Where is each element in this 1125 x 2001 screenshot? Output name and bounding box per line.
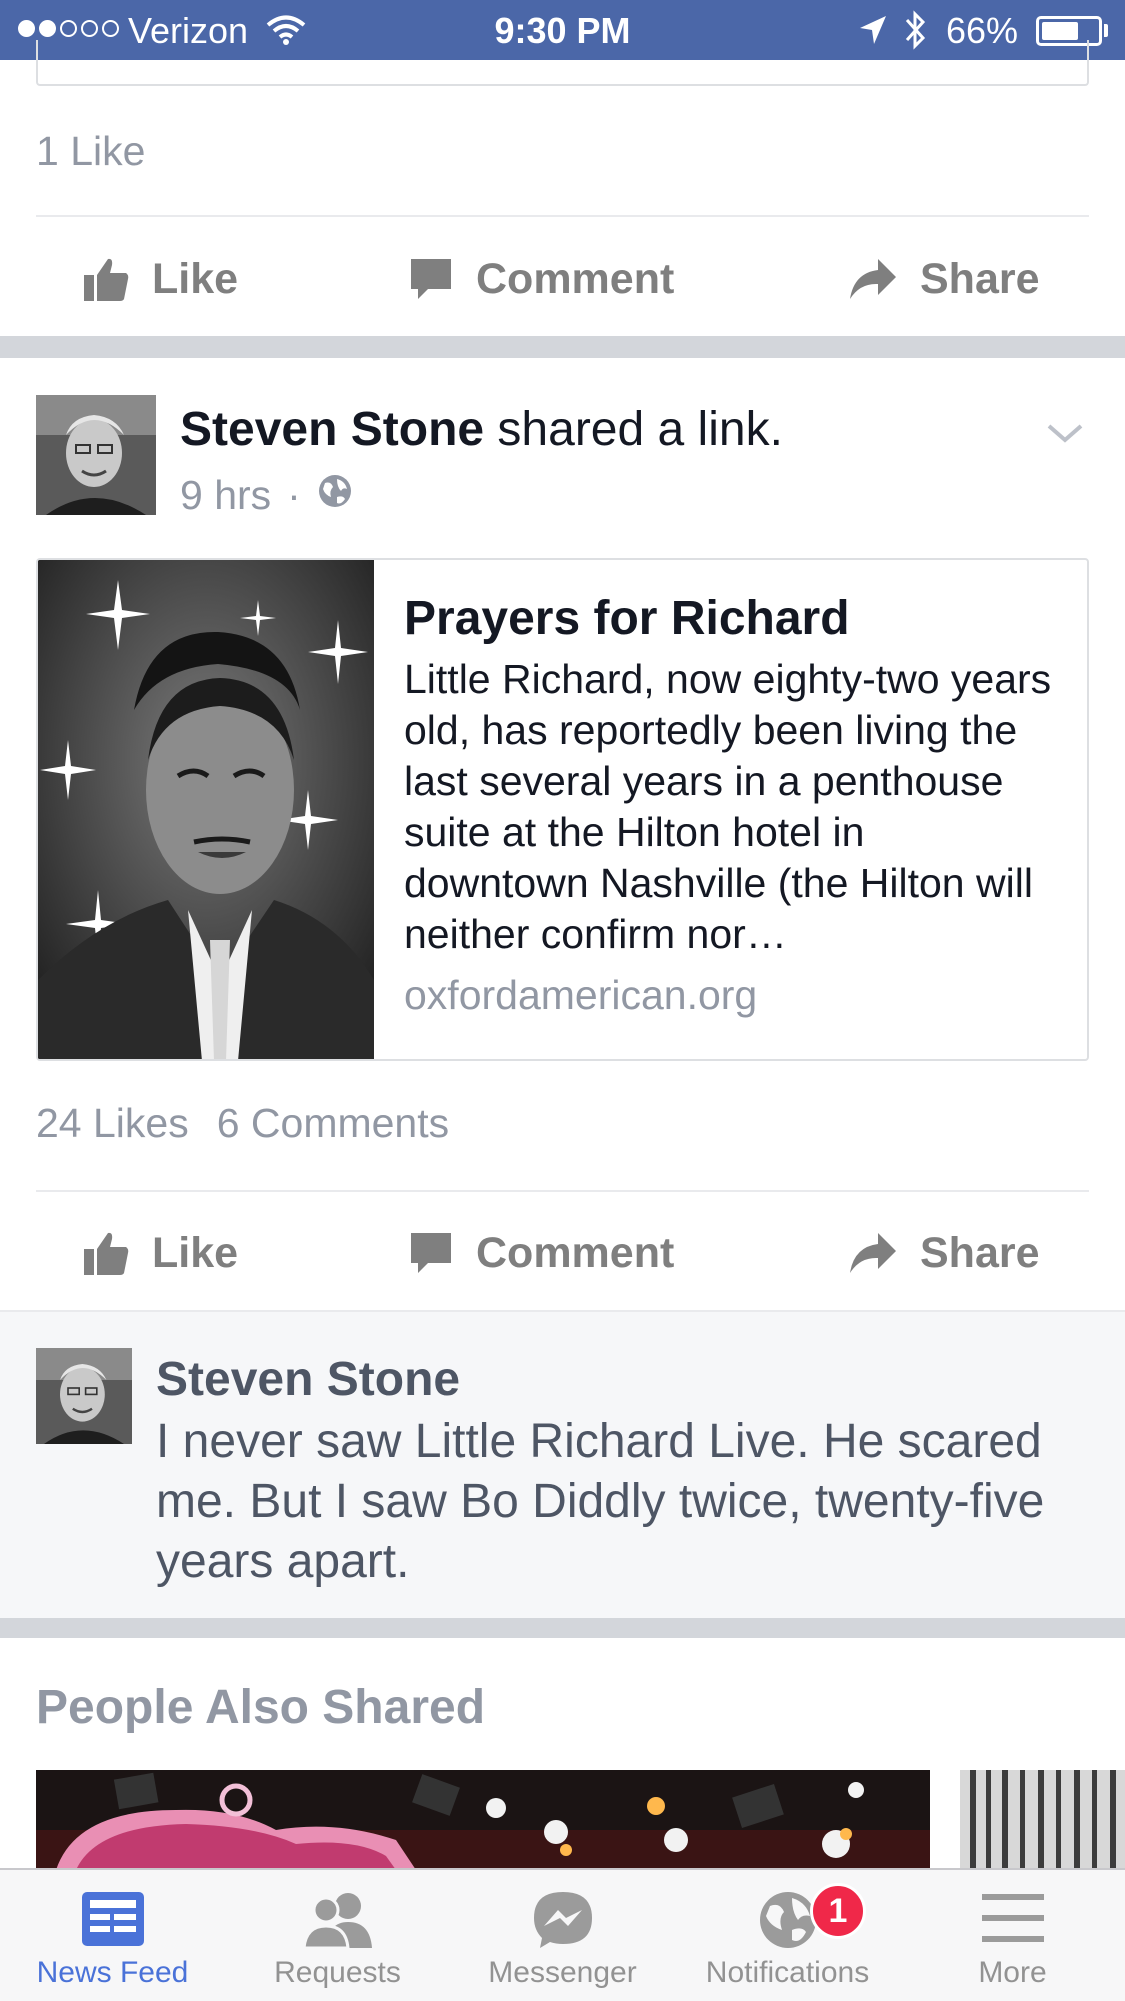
post-action-bar: Like Comment Share	[0, 1208, 1125, 1298]
post-timestamp[interactable]: 9 hrs	[180, 472, 271, 519]
share-button[interactable]: Share	[848, 234, 1040, 324]
comment-button[interactable]: Comment	[408, 234, 674, 324]
bottom-tab-bar: News Feed Requests Messenger Notificatio…	[0, 1868, 1125, 2001]
share-button[interactable]: Share	[848, 1208, 1040, 1298]
comment-bubble-icon	[408, 1230, 454, 1276]
requests-icon	[225, 1890, 450, 1948]
comment-label: Comment	[476, 1228, 675, 1277]
tab-label: Messenger	[488, 1956, 637, 1989]
tab-more[interactable]: More	[900, 1870, 1125, 2001]
share-label: Share	[920, 1228, 1040, 1277]
tab-news-feed[interactable]: News Feed	[0, 1870, 225, 2001]
chevron-down-icon[interactable]	[1045, 420, 1085, 451]
like-label: Like	[152, 254, 239, 303]
battery-tip	[1104, 24, 1108, 37]
tab-messenger[interactable]: Messenger	[450, 1870, 675, 2001]
tab-notifications[interactable]: Notifications	[675, 1870, 900, 2001]
link-preview-card[interactable]: Prayers for Richard Little Richard, now …	[36, 558, 1089, 1061]
like-label: Like	[152, 1228, 239, 1277]
previous-post-action-bar: Like Comment Share	[0, 234, 1125, 324]
thumbs-up-icon	[82, 1229, 130, 1277]
post-comments-count[interactable]: 6 Comments	[217, 1100, 449, 1147]
news-feed-icon	[0, 1890, 225, 1948]
tab-label: Requests	[274, 1956, 401, 1989]
shared-story-image-2[interactable]	[960, 1770, 1125, 1870]
comment-author[interactable]: Steven Stone	[156, 1352, 460, 1407]
author-avatar[interactable]	[36, 395, 156, 515]
previous-post-likes[interactable]: 1 Like	[36, 128, 145, 175]
divider	[36, 215, 1089, 217]
link-title[interactable]: Prayers for Richard	[404, 590, 1057, 648]
tab-requests[interactable]: Requests	[225, 1870, 450, 2001]
thumbs-up-icon	[82, 255, 130, 303]
share-arrow-icon	[848, 1231, 898, 1275]
tab-label: More	[978, 1956, 1047, 1989]
like-button[interactable]: Like	[82, 234, 238, 324]
post-activity: shared a link.	[497, 403, 783, 456]
messenger-icon	[450, 1890, 675, 1950]
commenter-avatar[interactable]	[36, 1348, 132, 1444]
link-text-block: Prayers for Richard Little Richard, now …	[404, 590, 1057, 1021]
comment-item[interactable]: Steven Stone I never saw Little Richard …	[0, 1310, 1125, 1618]
tab-label: News Feed	[36, 1956, 189, 1989]
menu-icon	[900, 1890, 1125, 1946]
divider	[36, 1190, 1089, 1192]
feed-separator	[0, 1618, 1125, 1638]
notifications-badge: 1	[810, 1883, 866, 1939]
comment-bubble-icon	[408, 256, 454, 302]
comment-button[interactable]: Comment	[408, 1208, 674, 1298]
feed-separator	[0, 336, 1125, 358]
post-meta: 9 hrs ·	[180, 472, 353, 519]
author-name[interactable]: Steven Stone	[180, 403, 484, 456]
comment-text: I never saw Little Richard Live. He scar…	[156, 1415, 1045, 1588]
post-counts: 24 Likes 6 Comments	[36, 1100, 449, 1147]
link-domain: oxfordamerican.org	[404, 972, 758, 1018]
post-likes-count[interactable]: 24 Likes	[36, 1100, 189, 1147]
shared-story-image[interactable]	[36, 1770, 930, 1870]
link-thumbnail	[38, 560, 374, 1059]
link-description: Little Richard, now eighty-two years old…	[404, 656, 1052, 957]
share-arrow-icon	[848, 257, 898, 301]
tab-label: Notifications	[705, 1956, 870, 1989]
meta-separator: ·	[287, 472, 301, 518]
previous-link-card[interactable]	[36, 40, 1089, 86]
share-label: Share	[920, 254, 1040, 303]
post-header: Steven Stone shared a link.	[180, 402, 783, 457]
people-also-shared-title: People Also Shared	[36, 1681, 486, 1734]
globe-icon	[675, 1890, 900, 1950]
comment-label: Comment	[476, 254, 675, 303]
like-button[interactable]: Like	[82, 1208, 238, 1298]
globe-icon	[317, 472, 353, 519]
